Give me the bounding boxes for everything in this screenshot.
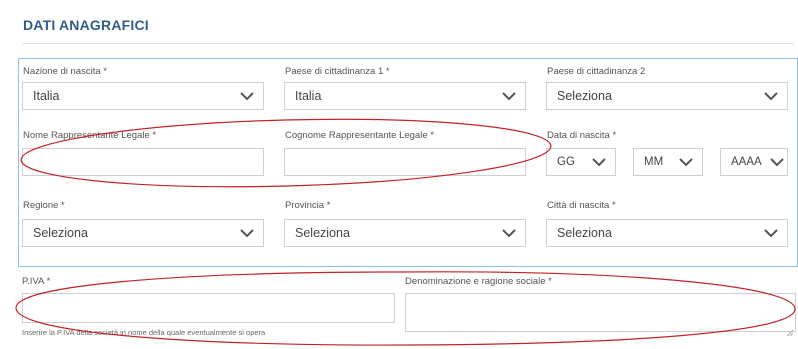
chevron-down-icon xyxy=(502,227,516,239)
regione-label: Regione * xyxy=(23,200,65,211)
regione-select[interactable]: Seleziona xyxy=(22,219,264,247)
day-value: GG xyxy=(557,156,575,168)
chevron-down-icon xyxy=(764,90,778,102)
citta-nascita-select[interactable]: Seleziona xyxy=(546,219,788,247)
provincia-label: Provincia * xyxy=(285,200,331,211)
chevron-down-icon xyxy=(502,90,516,102)
nazione-nascita-value: Italia xyxy=(33,89,60,103)
nazione-nascita-select[interactable]: Italia xyxy=(22,82,264,110)
citta-nascita-label: Città di nascita * xyxy=(547,200,616,211)
paese-cittadinanza-1-value: Italia xyxy=(295,89,322,103)
paese-cittadinanza-1-label: Paese di cittadinanza 1 * xyxy=(285,66,390,77)
data-nascita-label: Data di nascita * xyxy=(547,130,617,141)
month-select[interactable]: MM xyxy=(633,148,703,176)
piva-input[interactable] xyxy=(22,293,395,323)
chevron-down-icon xyxy=(240,227,254,239)
month-value: MM xyxy=(644,156,664,168)
provincia-value: Seleziona xyxy=(295,226,350,240)
regione-value: Seleziona xyxy=(33,226,88,240)
piva-label: P.IVA * xyxy=(22,276,51,287)
chevron-down-icon xyxy=(764,227,778,239)
cognome-rappresentante-label: Cognome Rappresentante Legale * xyxy=(285,130,434,141)
paese-cittadinanza-2-value: Seleziona xyxy=(557,89,612,103)
nome-rappresentante-label: Nome Rappresentante Legale * xyxy=(23,130,157,141)
cognome-rappresentante-input[interactable] xyxy=(284,148,526,176)
chevron-down-icon xyxy=(240,90,254,102)
piva-hint: Inserire la P.IVA della società in nome … xyxy=(22,328,266,337)
section-title: DATI ANAGRAFICI xyxy=(23,17,149,33)
title-divider xyxy=(22,43,794,44)
denominazione-textarea[interactable] xyxy=(405,293,796,337)
year-value: AAAA xyxy=(731,156,762,168)
chevron-down-icon xyxy=(679,156,693,168)
paese-cittadinanza-2-select[interactable]: Seleziona xyxy=(546,82,788,110)
paese-cittadinanza-1-select[interactable]: Italia xyxy=(284,82,526,110)
nazione-nascita-label: Nazione di nascita * xyxy=(23,66,107,77)
paese-cittadinanza-2-label: Paese di cittadinanza 2 xyxy=(547,66,646,77)
chevron-down-icon xyxy=(770,156,784,168)
chevron-down-icon xyxy=(592,156,606,168)
resize-handle-icon[interactable] xyxy=(786,323,794,337)
denominazione-label: Denominazione e ragione sociale * xyxy=(405,276,552,287)
provincia-select[interactable]: Seleziona xyxy=(284,219,526,247)
nome-rappresentante-input[interactable] xyxy=(22,148,264,176)
day-select[interactable]: GG xyxy=(546,148,616,176)
year-select[interactable]: AAAA xyxy=(720,148,788,176)
citta-nascita-value: Seleziona xyxy=(557,226,612,240)
